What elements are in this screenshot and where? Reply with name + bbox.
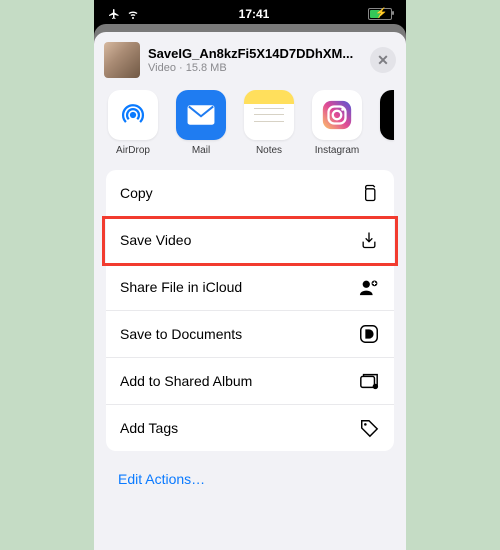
airplane-icon <box>108 8 120 20</box>
action-save-video[interactable]: Save Video <box>106 216 394 263</box>
share-target-notes[interactable]: Notes <box>244 90 294 156</box>
share-target-row[interactable]: AirDrop Mail Notes <box>94 90 406 170</box>
action-share-icloud[interactable]: Share File in iCloud <box>106 263 394 310</box>
close-icon: ✕ <box>377 52 389 69</box>
doc-app-icon <box>358 323 380 345</box>
share-target-instagram[interactable]: Instagram <box>312 90 362 156</box>
notes-icon <box>244 90 294 140</box>
status-bar: 17:41 ⚡ <box>94 0 406 24</box>
action-copy[interactable]: Copy <box>106 170 394 216</box>
sheet-header: SaveIG_An8kzFi5X14D7DDhXM... Video · 15.… <box>94 32 406 90</box>
share-target-more[interactable] <box>380 90 394 156</box>
tag-icon <box>358 417 380 439</box>
share-sheet: SaveIG_An8kzFi5X14D7DDhXM... Video · 15.… <box>94 32 406 550</box>
mail-icon <box>176 90 226 140</box>
instagram-icon <box>312 90 362 140</box>
person-cloud-icon <box>358 276 380 298</box>
album-icon <box>358 370 380 392</box>
close-button[interactable]: ✕ <box>370 47 396 73</box>
action-save-documents[interactable]: Save to Documents <box>106 310 394 357</box>
phone-frame: 17:41 ⚡ SaveIG_An8kzFi5X14D7DDhXM... Vid… <box>94 0 406 550</box>
share-target-mail[interactable]: Mail <box>176 90 226 156</box>
partial-icon <box>380 90 394 140</box>
file-name: SaveIG_An8kzFi5X14D7DDhXM... <box>148 46 362 61</box>
clock: 17:41 <box>239 7 270 21</box>
edit-actions-link[interactable]: Edit Actions… <box>94 461 406 501</box>
battery-icon: ⚡ <box>368 8 392 20</box>
copy-icon <box>358 182 380 204</box>
action-add-tags[interactable]: Add Tags <box>106 404 394 451</box>
file-subtitle: Video · 15.8 MB <box>148 62 362 74</box>
wifi-icon <box>126 8 140 20</box>
action-list: Copy Save Video Share File in iCloud <box>106 170 394 451</box>
airdrop-icon <box>108 90 158 140</box>
share-target-airdrop[interactable]: AirDrop <box>108 90 158 156</box>
action-shared-album[interactable]: Add to Shared Album <box>106 357 394 404</box>
file-thumbnail <box>104 42 140 78</box>
download-icon <box>358 229 380 251</box>
